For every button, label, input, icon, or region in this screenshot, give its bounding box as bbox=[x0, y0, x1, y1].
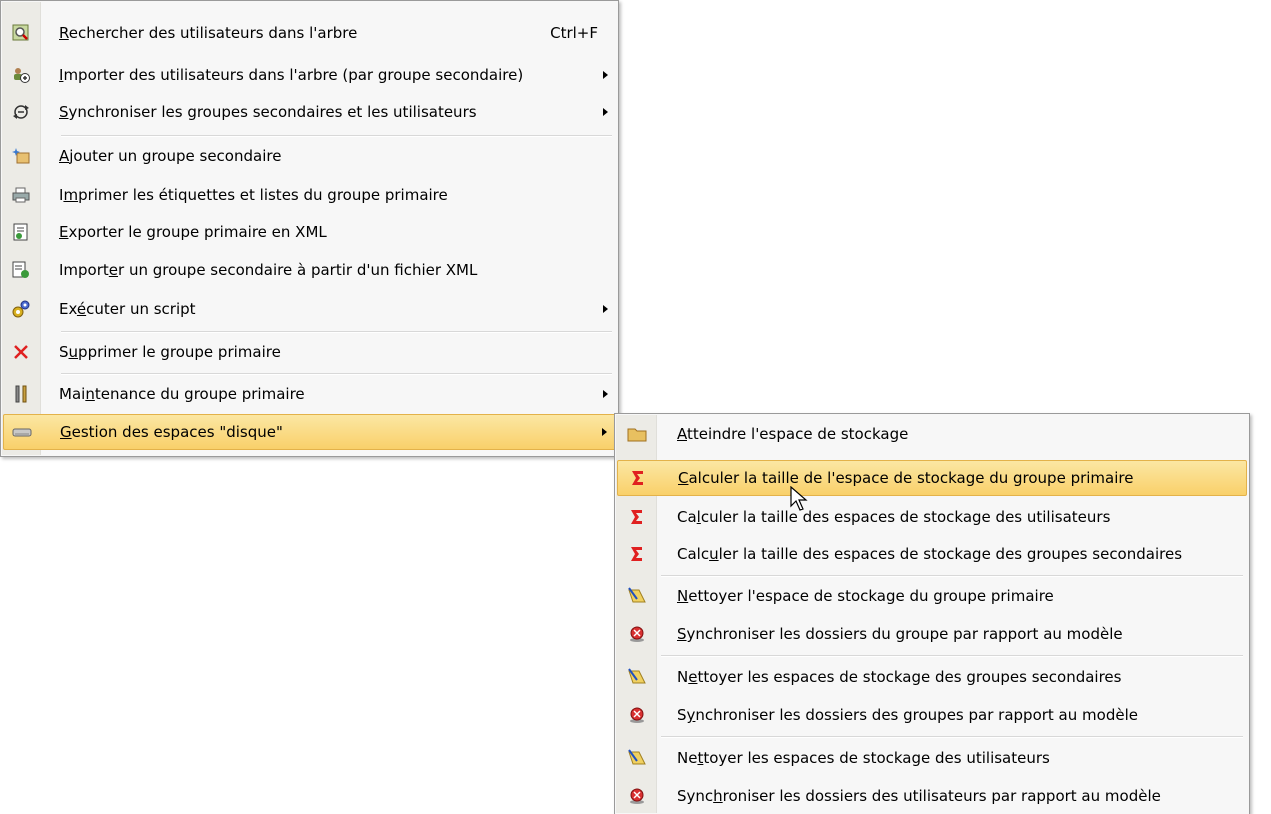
menu-item-label: Rechercher des utilisateurs dans l'arbre bbox=[59, 24, 358, 42]
menu-item-label: Synchroniser les dossiers du groupe par … bbox=[677, 625, 1123, 643]
submenu-item-goto-storage[interactable]: Atteindre l'espace de stockage bbox=[617, 416, 1247, 452]
broom-clean-icon bbox=[617, 740, 657, 776]
broom-clean-icon bbox=[617, 578, 657, 614]
submenu-arrow-icon bbox=[603, 390, 608, 398]
submenu-item-sync-users-folders[interactable]: Synchroniser les dossiers des utilisateu… bbox=[617, 778, 1247, 814]
shortcut-label: Ctrl+F bbox=[550, 24, 598, 42]
folder-icon bbox=[617, 416, 657, 452]
menu-item-maintenance[interactable]: Maintenance du groupe primaire bbox=[3, 376, 616, 412]
sync-icon bbox=[3, 94, 39, 130]
add-group-icon bbox=[3, 138, 39, 174]
menu-item-label: Nettoyer l'espace de stockage du groupe … bbox=[677, 587, 1054, 605]
menu-item-print-labels[interactable]: Imprimer les étiquettes et listes du gro… bbox=[3, 177, 616, 213]
menu-item-import-users[interactable]: Importer des utilisateurs dans l'arbre (… bbox=[3, 57, 616, 93]
search-users-icon bbox=[3, 15, 39, 51]
menu-item-label: Imprimer les étiquettes et listes du gro… bbox=[59, 186, 448, 204]
menu-item-sync-groups[interactable]: Synchroniser les groupes secondaires et … bbox=[3, 94, 616, 130]
menu-separator bbox=[661, 736, 1243, 738]
menu-item-label: Nettoyer les espaces de stockage des gro… bbox=[677, 668, 1122, 686]
menu-item-label: Atteindre l'espace de stockage bbox=[677, 425, 909, 443]
menu-item-label: Ajouter un groupe secondaire bbox=[59, 147, 282, 165]
menu-item-label: Maintenance du groupe primaire bbox=[59, 385, 305, 403]
submenu-item-clean-secondary[interactable]: Nettoyer les espaces de stockage des gro… bbox=[617, 659, 1247, 695]
menu-item-run-script[interactable]: Exécuter un script bbox=[3, 291, 616, 327]
submenu-item-calc-users[interactable]: Calculer la taille des espaces de stocka… bbox=[617, 499, 1247, 535]
menu-item-label: Importer un groupe secondaire à partir d… bbox=[59, 261, 478, 279]
disk-drive-icon bbox=[4, 414, 40, 450]
maintenance-tools-icon bbox=[3, 376, 39, 412]
menu-item-label: Exporter le groupe primaire en XML bbox=[59, 223, 327, 241]
menu-item-label: Supprimer le groupe primaire bbox=[59, 343, 281, 361]
menu-item-label: Exécuter un script bbox=[59, 300, 196, 318]
submenu-arrow-icon bbox=[603, 305, 608, 313]
context-menu: Rechercher des utilisateurs dans l'arbre… bbox=[0, 0, 619, 457]
menu-item-delete-group[interactable]: Supprimer le groupe primaire bbox=[3, 334, 616, 370]
menu-separator bbox=[661, 575, 1243, 577]
menu-item-label: Calculer la taille de l'espace de stocka… bbox=[678, 469, 1134, 487]
sync-folders-icon bbox=[617, 616, 657, 652]
submenu-item-calc-primary[interactable]: Calculer la taille de l'espace de stocka… bbox=[617, 460, 1247, 496]
menu-separator bbox=[61, 331, 612, 333]
menu-item-label: Calculer la taille des espaces de stocka… bbox=[677, 545, 1183, 563]
submenu-item-sync-group-folders[interactable]: Synchroniser les dossiers du groupe par … bbox=[617, 616, 1247, 652]
submenu-arrow-icon bbox=[602, 428, 607, 436]
menu-separator bbox=[61, 135, 612, 137]
menu-item-search-users[interactable]: Rechercher des utilisateurs dans l'arbre… bbox=[3, 15, 616, 51]
menu-item-import-xml[interactable]: Importer un groupe secondaire à partir d… bbox=[3, 252, 616, 288]
script-gears-icon bbox=[3, 291, 39, 327]
mouse-pointer-icon bbox=[790, 486, 808, 511]
menu-item-label: Synchroniser les dossiers des utilisateu… bbox=[677, 787, 1161, 805]
delete-x-icon bbox=[3, 334, 39, 370]
menu-item-add-group[interactable]: Ajouter un groupe secondaire bbox=[3, 138, 616, 174]
submenu-arrow-icon bbox=[603, 108, 608, 116]
menu-item-label: Synchroniser les dossiers des groupes pa… bbox=[677, 706, 1138, 724]
menu-item-disk-management[interactable]: Gestion des espaces "disque" bbox=[3, 414, 616, 450]
printer-icon bbox=[3, 177, 39, 213]
sigma-icon bbox=[617, 536, 657, 572]
menu-item-label: Nettoyer les espaces de stockage des uti… bbox=[677, 749, 1050, 767]
import-xml-icon bbox=[3, 252, 39, 288]
import-users-icon bbox=[3, 57, 39, 93]
menu-item-label: Importer des utilisateurs dans l'arbre (… bbox=[59, 66, 524, 84]
menu-item-export-xml[interactable]: Exporter le groupe primaire en XML bbox=[3, 214, 616, 250]
sync-folders-icon bbox=[617, 697, 657, 733]
menu-item-label: Gestion des espaces "disque" bbox=[60, 423, 283, 441]
submenu-arrow-icon bbox=[603, 71, 608, 79]
menu-separator bbox=[61, 373, 612, 375]
menu-separator bbox=[661, 655, 1243, 657]
submenu-item-clean-primary[interactable]: Nettoyer l'espace de stockage du groupe … bbox=[617, 578, 1247, 614]
submenu-item-sync-groups-folders[interactable]: Synchroniser les dossiers des groupes pa… bbox=[617, 697, 1247, 733]
sync-folders-icon bbox=[617, 778, 657, 814]
submenu-item-clean-users[interactable]: Nettoyer les espaces de stockage des uti… bbox=[617, 740, 1247, 776]
menu-item-label: Calculer la taille des espaces de stocka… bbox=[677, 508, 1111, 526]
sigma-icon bbox=[618, 460, 658, 496]
disk-submenu: Atteindre l'espace de stockage Calculer … bbox=[614, 413, 1250, 814]
broom-clean-icon bbox=[617, 659, 657, 695]
menu-item-label: Synchroniser les groupes secondaires et … bbox=[59, 103, 477, 121]
sigma-icon bbox=[617, 499, 657, 535]
submenu-item-calc-secondary[interactable]: Calculer la taille des espaces de stocka… bbox=[617, 536, 1247, 572]
export-xml-icon bbox=[3, 214, 39, 250]
